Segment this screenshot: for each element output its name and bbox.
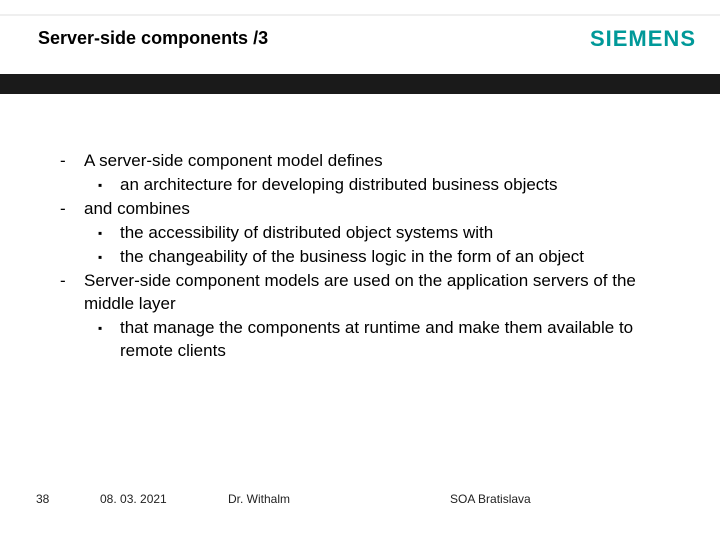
sub-text: an architecture for developing distribut… bbox=[120, 174, 680, 197]
bullet-text: Server-side component models are used on… bbox=[84, 270, 680, 316]
sub-bullet-2-2: ▪ the changeability of the business logi… bbox=[98, 246, 680, 269]
sub-bullet-3-1: ▪ that manage the components at runtime … bbox=[98, 317, 680, 363]
bullet-3: - Server-side component models are used … bbox=[60, 270, 680, 316]
bullet-2: - and combines bbox=[60, 198, 680, 221]
square-icon: ▪ bbox=[98, 222, 120, 245]
brand-logo: SIEMENS bbox=[590, 26, 696, 52]
dash-icon: - bbox=[60, 270, 84, 316]
content-area: - A server-side component model defines … bbox=[60, 150, 680, 363]
dash-icon: - bbox=[60, 198, 84, 221]
square-icon: ▪ bbox=[98, 246, 120, 269]
slide: Server-side components /3 SIEMENS - A se… bbox=[0, 0, 720, 540]
page-title: Server-side components /3 bbox=[38, 28, 268, 49]
footer-date: 08. 03. 2021 bbox=[100, 492, 167, 506]
bullet-text: and combines bbox=[84, 198, 680, 221]
footer: 38 08. 03. 2021 Dr. Withalm SOA Bratisla… bbox=[0, 492, 720, 512]
sub-text: the changeability of the business logic … bbox=[120, 246, 680, 269]
sub-bullet-2-1: ▪ the accessibility of distributed objec… bbox=[98, 222, 680, 245]
sub-bullet-1-1: ▪ an architecture for developing distrib… bbox=[98, 174, 680, 197]
bullet-text: A server-side component model defines bbox=[84, 150, 680, 173]
footer-author: Dr. Withalm bbox=[228, 492, 290, 506]
page-number: 38 bbox=[36, 492, 49, 506]
dash-icon: - bbox=[60, 150, 84, 173]
square-icon: ▪ bbox=[98, 174, 120, 197]
sub-text: the accessibility of distributed object … bbox=[120, 222, 680, 245]
dark-band bbox=[0, 74, 720, 94]
bullet-1: - A server-side component model defines bbox=[60, 150, 680, 173]
footer-course: SOA Bratislava bbox=[450, 492, 531, 506]
sub-text: that manage the components at runtime an… bbox=[120, 317, 680, 363]
square-icon: ▪ bbox=[98, 317, 120, 363]
